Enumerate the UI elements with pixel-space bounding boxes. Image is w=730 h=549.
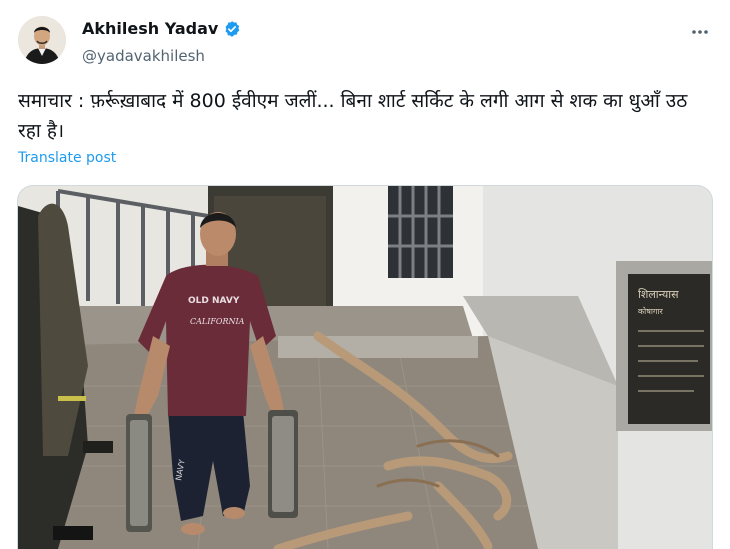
author-name-row: Akhilesh Yadav <box>82 19 241 38</box>
avatar[interactable] <box>18 16 66 64</box>
author-display-name[interactable]: Akhilesh Yadav <box>82 19 218 38</box>
plaque-heading: शिलान्यास <box>638 288 679 301</box>
post-text: समाचार : फ़र्रूख़ाबाद में 800 ईवीएम जलीं… <box>18 90 688 142</box>
post-card: Akhilesh Yadav @yadavakhilesh समाचार : फ… <box>0 0 730 549</box>
post-media-photo[interactable]: शिलान्यास कोषागार NAVY OLD NAVY CALIFORN… <box>17 185 713 549</box>
more-horizontal-icon[interactable] <box>686 22 714 42</box>
verified-badge-icon <box>223 20 241 38</box>
author-handle[interactable]: @yadavakhilesh <box>82 47 205 65</box>
plaque-line: कोषागार <box>638 306 663 316</box>
translate-post-link[interactable]: Translate post <box>18 150 116 166</box>
tshirt-text-bottom: CALIFORNIA <box>190 317 245 326</box>
tshirt-text-top: OLD NAVY <box>188 296 240 306</box>
